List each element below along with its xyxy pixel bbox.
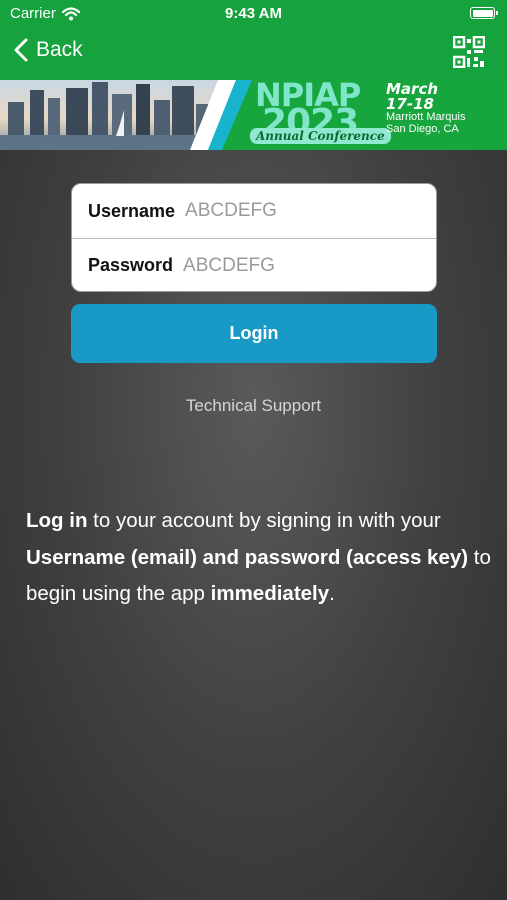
password-field[interactable] bbox=[183, 254, 414, 277]
password-label: Password bbox=[88, 255, 174, 275]
banner-subtitle: Annual Conference bbox=[250, 128, 391, 144]
top-bar: Carrier 9:43 AM Back bbox=[0, 0, 507, 80]
back-label: Back bbox=[36, 38, 83, 61]
username-field[interactable] bbox=[185, 200, 416, 222]
banner-date-days: 17-18 bbox=[386, 95, 434, 113]
info-text-1: to your account by signing in with your bbox=[87, 509, 441, 532]
banner-venue-name: Marriott Marquis bbox=[386, 111, 466, 123]
status-time: 9:43 AM bbox=[225, 5, 282, 22]
info-bold-credentials: Username (email) and password (access ke… bbox=[26, 545, 469, 569]
banner-date: March 17-18 bbox=[386, 82, 438, 112]
technical-support-link[interactable]: Technical Support bbox=[0, 396, 507, 416]
info-bold-login: Log in bbox=[26, 509, 88, 532]
back-button[interactable]: Back bbox=[14, 38, 83, 62]
login-button[interactable]: Login bbox=[71, 304, 437, 363]
login-instructions: Log in to your account by signing in wit… bbox=[26, 503, 496, 613]
battery-icon bbox=[470, 7, 498, 19]
username-row: Username bbox=[72, 184, 436, 238]
status-bar: Carrier 9:43 AM bbox=[0, 0, 507, 28]
info-text-3: . bbox=[329, 582, 335, 605]
banner-venue: Marriott Marquis San Diego, CA bbox=[386, 111, 465, 135]
banner-venue-city: San Diego, CA bbox=[386, 123, 459, 135]
qr-code-icon[interactable] bbox=[453, 36, 485, 68]
chevron-left-icon bbox=[14, 38, 28, 62]
login-form: Username Password bbox=[71, 183, 437, 292]
password-row: Password bbox=[72, 238, 436, 291]
conference-banner: NPIAP 2023 Annual Conference March 17-18… bbox=[0, 80, 507, 150]
info-bold-immediately: immediately bbox=[210, 582, 330, 605]
username-label: Username bbox=[88, 200, 176, 221]
